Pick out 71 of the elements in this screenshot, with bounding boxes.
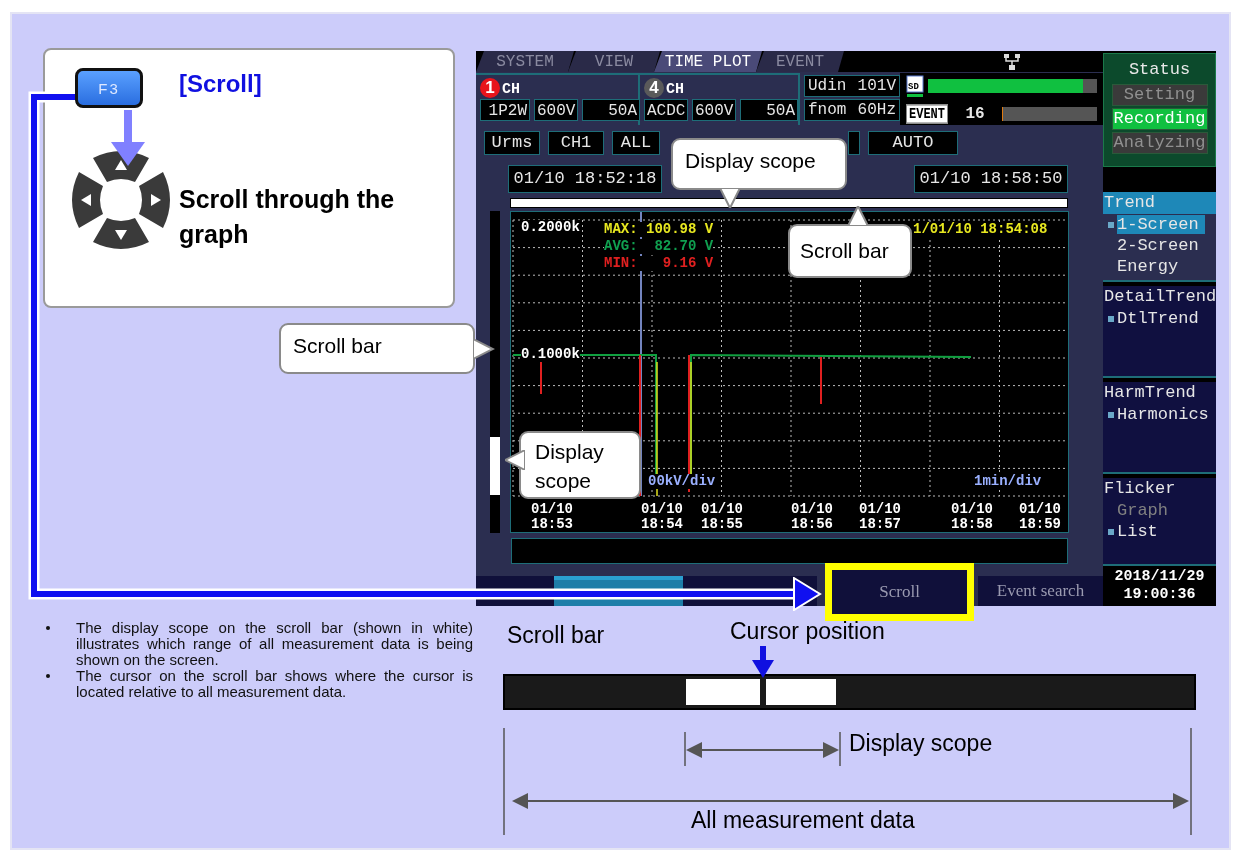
note-text: The display scope on the scroll bar (shown in white) illustrates which range of all measurement data is being shown on the screen. [76,620,473,668]
screen-tab[interactable]: EVENT [756,51,844,72]
diagram-label: All measurement data [691,807,915,834]
screen-tab[interactable]: TIME PLOT [654,51,762,72]
event-badge: EVENT [906,103,948,124]
y-axis-label: 0.1000k [521,347,580,363]
nominal-value: 60Hz [857,99,896,120]
note-text: The cursor on the scroll bar shows where the cursor is located relative to all measurement data. [76,668,473,700]
status-item[interactable]: Setting [1111,84,1208,106]
display-selector[interactable] [848,130,860,155]
display-selector[interactable]: CH1 [548,130,604,155]
start-time: 01/10 18:52:18 [508,164,662,193]
vertical-scroll-bar[interactable] [490,211,500,534]
max-reading: MAX: 100.98 V [604,222,714,238]
menu-section-title[interactable]: Flicker [1103,478,1216,500]
nominal-value: 101V [857,75,896,96]
callout-tail [848,206,868,226]
channel-setting: 600V [534,98,578,121]
down-arrow-icon [111,110,145,166]
menu-section-title[interactable]: DetailTrend [1103,286,1216,308]
cursor-time: 1/01/10 18:54:08 [913,222,1048,238]
channel-setting: 1P2W [480,98,530,121]
date-time: 2018/11/29 19:00:36 [1113,567,1206,605]
channel-number: 1 [480,77,500,98]
screen-tab[interactable]: VIEW [568,51,660,72]
screen-tab[interactable]: SYSTEM [476,51,574,72]
bullet-icon [46,626,50,630]
diagram-label: Scroll bar [507,622,605,649]
callout: Display scope [519,431,641,499]
callout: Scroll bar [788,224,912,278]
function-key[interactable]: Event search [978,576,1103,606]
channel-setting: 50A [582,98,640,121]
channel-setting: 600V [692,98,736,121]
network-icon [1002,53,1022,71]
menu-section-title[interactable]: HarmTrend [1103,382,1216,404]
channel-label: CH [666,81,684,99]
channel-number: 4 [644,77,664,98]
end-time: 01/10 18:58:50 [914,164,1068,193]
nominal-label: Udin [808,75,847,96]
menu-item[interactable]: DtlTrend [1117,309,1205,328]
callout: Display scope [671,138,847,190]
y-scale-label: 00kV/div [648,474,716,490]
channel-label: CH [502,81,520,99]
event-count: 16 [964,104,986,123]
callout-tail [720,188,740,208]
status-title: Status [1128,60,1191,81]
display-selector[interactable]: Urms [484,130,540,155]
menu-item[interactable]: List [1117,522,1164,541]
instruction-text: Scroll through the graph [179,184,396,250]
display-selector[interactable]: AUTO [868,130,958,155]
menu-item[interactable]: Harmonics [1117,405,1215,424]
x-scale-label: 1min/div [974,474,1042,490]
callout: Scroll bar [279,323,475,374]
display-selector[interactable]: ALL [612,130,660,155]
callout-tail [473,339,495,359]
function-key[interactable]: Scroll [825,563,975,621]
callout-tail [505,450,525,470]
status-item[interactable]: Analyzing [1111,132,1208,154]
channel-setting: ACDC [644,98,688,121]
avg-reading: AVG: 82.70 V [604,239,714,255]
min-reading: MIN: 9.16 V [604,256,714,272]
nominal-label: fnom [808,99,847,120]
cursor-arrow-icon [752,646,774,678]
bullet-icon [46,674,50,678]
menu-item[interactable]: Energy [1117,257,1185,276]
diagram-label: Cursor position [730,618,885,645]
menu-item[interactable]: 2-Screen [1117,236,1205,255]
function-title: [Scroll] [179,70,263,99]
arrow-keys-icon [69,148,173,252]
diagram-label: Display scope [849,730,993,757]
channel-setting: 50A [740,98,798,121]
